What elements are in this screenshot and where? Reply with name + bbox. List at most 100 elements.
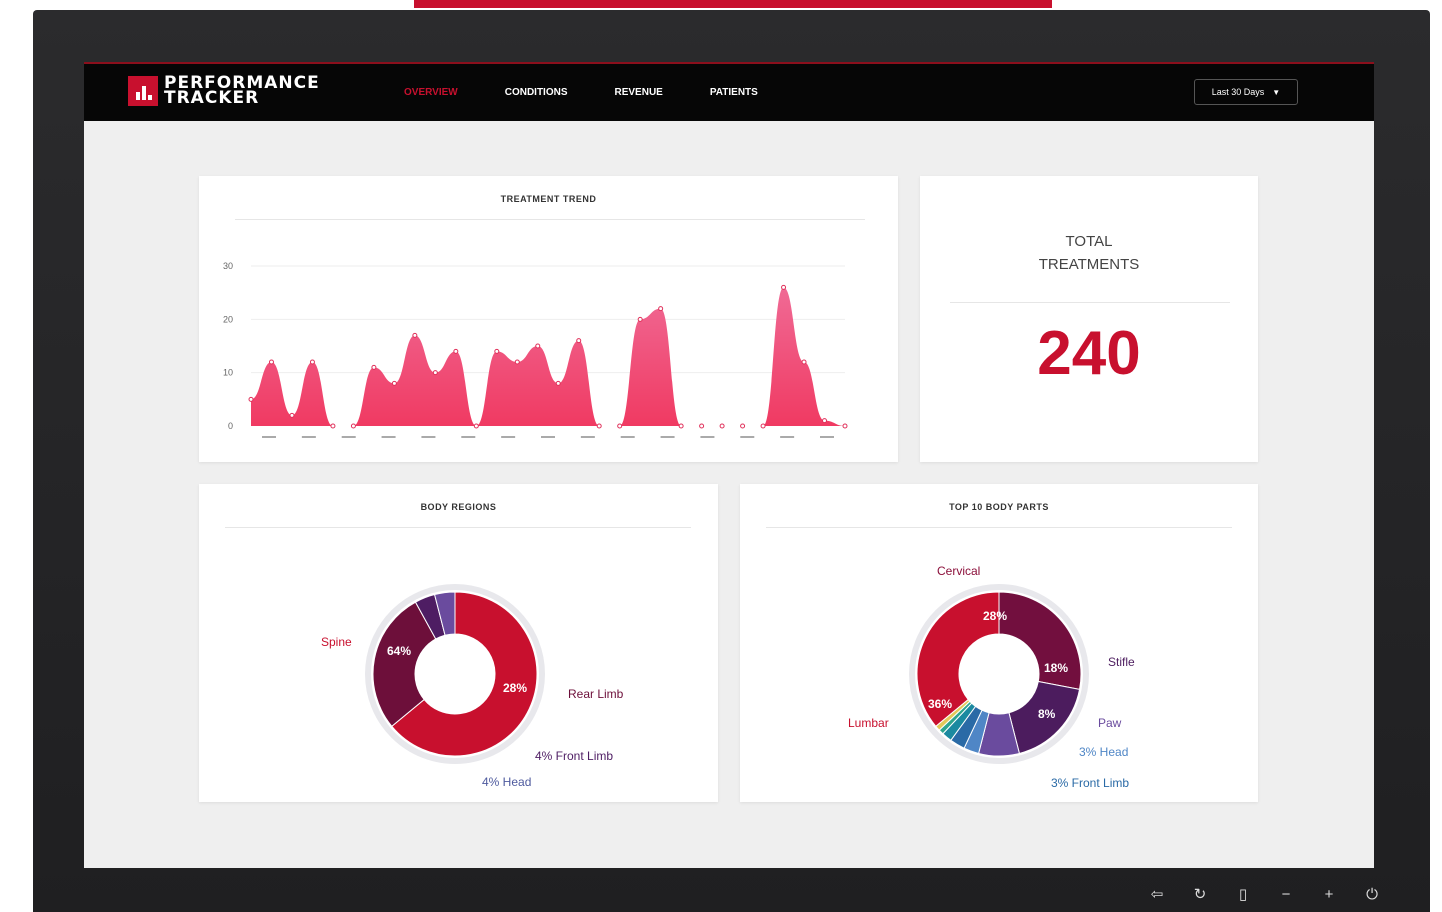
- x-tick-label: [660, 436, 675, 438]
- top-accent-strip: [414, 0, 1052, 8]
- monitor-controls: ⇦ ↻ ▯ − + ⏻: [1148, 886, 1406, 904]
- tab-conditions[interactable]: CONDITIONS: [505, 87, 568, 98]
- phone-icon[interactable]: ▯: [1234, 886, 1252, 904]
- data-point: [473, 423, 479, 429]
- data-point: [596, 423, 602, 429]
- stifle-pct-label: 18%: [1044, 661, 1068, 675]
- data-point: [801, 359, 807, 365]
- body-regions-donut: Spine 64% 28% Rear Limb 4% Front Limb 4% Head: [321, 584, 624, 789]
- logo-line2: TRACKER: [164, 88, 260, 108]
- stifle-label: Stifle: [1108, 655, 1135, 669]
- x-tick-label: [780, 436, 795, 438]
- top-body-parts-card: TOP 10 BODY PARTS Cervical 28% Stifle 18% 8%…: [740, 484, 1258, 802]
- input-icon[interactable]: ⇦: [1148, 886, 1166, 904]
- top-body-parts-donut: Cervical 28% Stifle 18% 8% Paw 3% Head 3% Front…: [848, 564, 1135, 790]
- x-tick-label: [461, 436, 476, 438]
- nav-tabs: OVERVIEW CONDITIONS REVENUE PATIENTS: [404, 64, 805, 121]
- total-treatments-value: 240: [1037, 319, 1141, 388]
- front-limb-label: 3% Front Limb: [1051, 776, 1129, 790]
- dashboard-screen: PERFORMANCE TRACKER OVERVIEW CONDITIONS …: [84, 62, 1374, 868]
- x-tick-label: [262, 436, 276, 438]
- data-point: [535, 343, 541, 349]
- tab-patients[interactable]: PATIENTS: [710, 87, 758, 98]
- trend-area: [251, 287, 845, 426]
- tab-revenue[interactable]: REVENUE: [615, 87, 663, 98]
- paw-pct-label: 8%: [1038, 707, 1056, 721]
- cervical-pct-label: 28%: [983, 609, 1007, 623]
- data-point: [617, 423, 623, 429]
- x-tick-label: [620, 436, 635, 438]
- spine-label: Spine: [321, 635, 352, 649]
- x-tick-label: [301, 436, 316, 438]
- x-tick-label: [341, 436, 356, 438]
- y-tick-label: 30: [223, 261, 233, 271]
- data-point: [309, 359, 315, 365]
- x-tick-label: [381, 436, 396, 438]
- data-point: [555, 380, 561, 386]
- data-point: [740, 423, 746, 429]
- y-tick-label: 0: [228, 421, 233, 431]
- donut-slice: [998, 591, 1082, 690]
- data-point: [576, 338, 582, 344]
- chart-logo-icon: [128, 76, 158, 106]
- data-point: [781, 284, 787, 290]
- data-point: [699, 423, 705, 429]
- minus-icon[interactable]: −: [1277, 886, 1295, 904]
- head-label: 4% Head: [482, 775, 531, 789]
- x-tick-label: [580, 436, 595, 438]
- body-regions-card: BODY REGIONS Spine 64% 28% Rear Limb 4% Fron…: [199, 484, 718, 802]
- x-tick-label: [740, 436, 755, 438]
- lumbar-label: Lumbar: [848, 716, 889, 730]
- x-tick-label: [700, 436, 715, 438]
- total-label-line1: TOTAL: [1065, 233, 1113, 250]
- front-limb-label: 4% Front Limb: [535, 749, 613, 763]
- data-point: [637, 316, 643, 322]
- x-tick-label: [541, 436, 555, 438]
- paw-label: Paw: [1098, 716, 1122, 730]
- data-point: [678, 423, 684, 429]
- data-point: [391, 380, 397, 386]
- data-point: [494, 348, 500, 354]
- treatment-trend-chart: 0 10 20 30: [223, 261, 848, 438]
- data-point: [432, 370, 438, 376]
- x-tick-label: [421, 436, 436, 438]
- spine-pct-label: 64%: [387, 644, 411, 658]
- total-label-line2: TREATMENTS: [1038, 256, 1140, 273]
- data-point: [822, 418, 828, 424]
- treatment-trend-card: TREATMENT TREND 0 10 20 30: [199, 176, 898, 462]
- date-range-label: Last 30 Days: [1211, 87, 1265, 97]
- data-point: [330, 423, 336, 429]
- power-icon[interactable]: ⏻: [1363, 886, 1381, 904]
- data-point: [289, 412, 295, 418]
- top-navbar: PERFORMANCE TRACKER OVERVIEW CONDITIONS …: [84, 62, 1374, 121]
- rotate-icon[interactable]: ↻: [1191, 886, 1209, 904]
- total-treatments-label: TOTAL TREATMENTS: [920, 230, 1258, 276]
- y-tick-label: 10: [223, 368, 233, 378]
- date-range-dropdown[interactable]: Last 30 Days ▼: [1194, 79, 1298, 105]
- data-point: [514, 359, 520, 365]
- cervical-label: Cervical: [937, 564, 980, 578]
- data-point: [350, 423, 356, 429]
- total-treatments-card: TOTAL TREATMENTS 240: [920, 176, 1258, 462]
- y-tick-label: 20: [223, 314, 233, 324]
- app-logo[interactable]: PERFORMANCE TRACKER: [128, 75, 320, 108]
- tab-overview[interactable]: OVERVIEW: [404, 87, 458, 98]
- data-point: [412, 332, 418, 338]
- data-point: [760, 423, 766, 429]
- head-label: 3% Head: [1079, 745, 1128, 759]
- data-point: [453, 348, 459, 354]
- chevron-down-icon: ▼: [1272, 87, 1281, 97]
- data-point: [248, 396, 254, 402]
- logo-text: PERFORMANCE TRACKER: [164, 75, 320, 108]
- x-tick-label: [501, 436, 516, 438]
- x-tick-label: [820, 436, 834, 438]
- data-point: [268, 359, 274, 365]
- data-point: [842, 423, 848, 429]
- data-point: [658, 306, 664, 312]
- rear-limb-pct-label: 28%: [503, 681, 527, 695]
- data-point: [371, 364, 377, 370]
- plus-icon[interactable]: +: [1320, 886, 1338, 904]
- lumbar-pct-label: 36%: [928, 697, 952, 711]
- rear-limb-label: Rear Limb: [568, 687, 624, 701]
- divider: [950, 302, 1230, 303]
